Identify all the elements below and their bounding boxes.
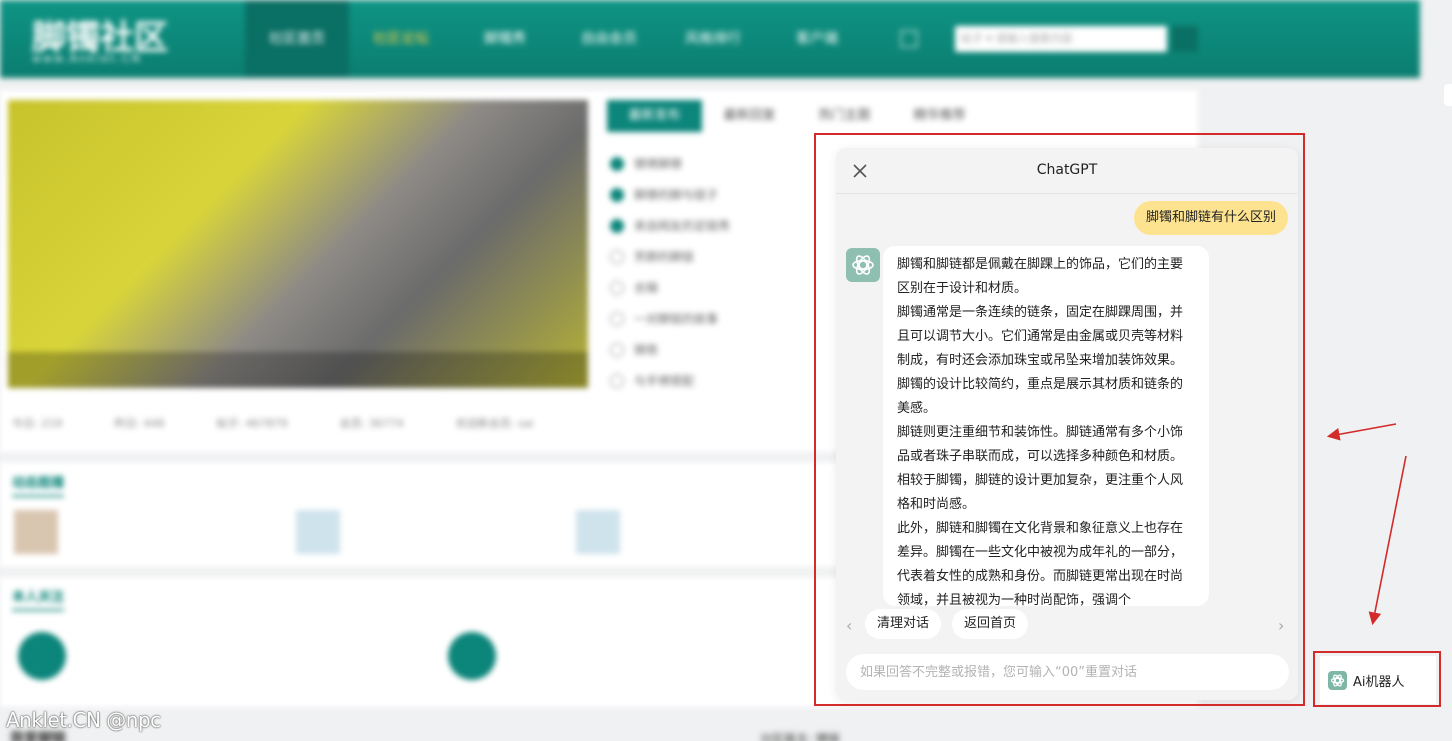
stat-members: 会员: 36774	[339, 417, 404, 430]
stat-today: 今日: 219	[12, 417, 63, 430]
tab-featured[interactable]: 精华推荐	[892, 100, 987, 132]
nav-item-forum[interactable]: 社区论坛	[349, 0, 453, 78]
section-title: 动态图播	[12, 472, 65, 497]
site-search-input[interactable]: 帖子 ▾ 请输入搜索内容	[955, 26, 1167, 52]
section-moderator: 分区版主: 镣链	[760, 732, 840, 741]
bot-message-paragraph: 脚镯通常是一条连续的链条，固定在脚踝周围，并且可以调节大小。它们通常是由金属或贝…	[897, 305, 1184, 416]
chat-input[interactable]	[846, 654, 1289, 690]
list-item[interactable]: 一对脚链的故事	[610, 303, 730, 334]
apps-grid-icon[interactable]	[900, 30, 918, 48]
tab-replies[interactable]: 最新回复	[702, 100, 797, 132]
chat-panel: ChatGPT 脚镯和脚链有什么区别 脚镯和脚链都是佩戴在脚踝上的饰品，它们的主…	[836, 148, 1298, 700]
bot-message-bubble: 脚镯和脚链都是佩戴在脚踝上的饰品，它们的主要区别在于设计和材质。 脚镯通常是一条…	[883, 246, 1209, 606]
site-header: 脚镯社区 www.Anklet.CN 社区首页 社区论坛 脚镯秀 自由会员 风格…	[0, 0, 1420, 78]
quick-actions: ‹ 清理对话 返回首页 ›	[836, 606, 1298, 644]
site-stats: 今日: 219 昨日: 448 帖子: 467879 会员: 36774 欢迎新…	[8, 415, 808, 445]
list-item[interactable]: 来自网友的足链秀	[610, 210, 730, 241]
tab-latest[interactable]: 最新发布	[607, 100, 702, 132]
back-home-button[interactable]: 返回首页	[952, 609, 1029, 639]
nav-item-show[interactable]: 脚镯秀	[453, 0, 557, 78]
site-nav: 社区首页 社区论坛 脚镯秀 自由会员 风格排行 客户端	[245, 0, 869, 78]
list-item[interactable]: 脚镣的脚与链子	[610, 179, 730, 210]
list-item[interactable]: 合辑	[610, 272, 730, 303]
hero-caption-bar	[8, 352, 588, 388]
chevron-left-icon[interactable]: ‹	[846, 616, 852, 635]
ai-robot-label: Ai机器人	[1353, 675, 1405, 690]
post-list: 镣铐脚镣 脚镣的脚与链子 来自网友的足链秀 芳群的脚链 合辑 一对脚链的故事 铸…	[610, 148, 730, 396]
stat-new-member: 欢迎新会员: sai	[455, 417, 534, 430]
openai-icon	[1328, 671, 1347, 690]
activity-thumbnail[interactable]	[296, 510, 340, 554]
list-item[interactable]: 铸铁	[610, 334, 730, 365]
activity-thumbnail[interactable]	[576, 510, 620, 554]
bot-message-paragraph: 此外，脚链和脚镯在文化背景和象征意义上也存在差异。脚镯在一些文化中被视为成年礼的…	[897, 521, 1184, 606]
nav-item-ranking[interactable]: 风格排行	[661, 0, 765, 78]
nav-item-members[interactable]: 自由会员	[557, 0, 661, 78]
site-logo-url: www.Anklet.CN	[32, 52, 142, 65]
chat-title: ChatGPT	[1036, 162, 1098, 178]
chatgpt-avatar-icon	[846, 248, 880, 282]
nav-item-client[interactable]: 客户端	[765, 0, 869, 78]
site-logo[interactable]: 脚镯社区 www.Anklet.CN	[32, 10, 222, 70]
forum-avatar[interactable]	[448, 632, 496, 680]
list-item[interactable]: 与手铐搭配	[610, 365, 730, 396]
watermark: Anklet.CN @npc	[6, 708, 161, 732]
stat-yesterday: 昨日: 448	[114, 417, 165, 430]
bot-message-paragraph: 脚链则更注重细节和装饰性。脚链通常有多个小饰品或者珠子串联而成，可以选择多种颜色…	[897, 425, 1184, 512]
list-item[interactable]: 镣铐脚镣	[610, 148, 730, 179]
nav-item-home[interactable]: 社区首页	[245, 0, 349, 78]
site-search-button[interactable]	[1172, 26, 1198, 52]
hero-slideshow-image[interactable]	[8, 100, 588, 388]
tab-hot[interactable]: 热门主题	[797, 100, 892, 132]
bot-message-paragraph: 脚镯和脚链都是佩戴在脚踝上的饰品，它们的主要区别在于设计和材质。	[897, 257, 1184, 296]
user-message-bubble: 脚镯和脚链有什么区别	[1133, 201, 1288, 235]
side-tab[interactable]	[1444, 84, 1452, 106]
post-tabs: 最新发布 最新回复 热门主题 精华推荐	[607, 100, 987, 132]
section-title: 本人关注	[12, 586, 65, 611]
stat-posts: 帖子: 467879	[216, 417, 288, 430]
chevron-right-icon[interactable]: ›	[1278, 616, 1284, 635]
ai-robot-button[interactable]: Ai机器人	[1320, 656, 1436, 704]
clear-chat-button[interactable]: 清理对话	[865, 609, 942, 639]
list-item[interactable]: 芳群的脚链	[610, 241, 730, 272]
forum-avatar[interactable]	[18, 632, 66, 680]
activity-thumbnail[interactable]	[14, 510, 58, 554]
chat-header: ChatGPT	[836, 148, 1298, 194]
